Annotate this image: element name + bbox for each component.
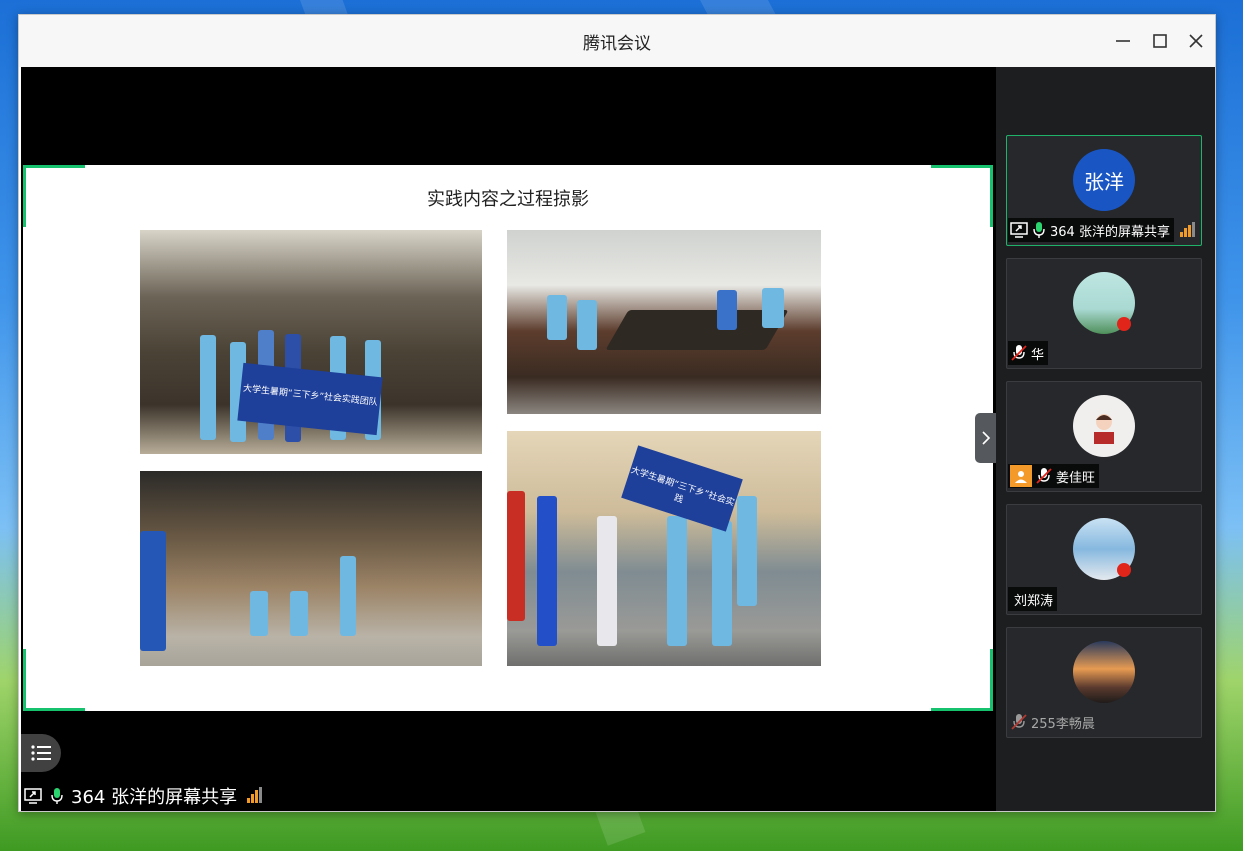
participant-name: 姜佳旺 <box>1056 470 1096 486</box>
minimize-icon <box>1116 40 1130 42</box>
microphone-muted-icon <box>1011 345 1027 361</box>
microphone-muted-icon <box>1011 714 1027 730</box>
collapse-sidebar-button[interactable] <box>975 413 996 463</box>
screen-share-icon <box>23 786 43 806</box>
microphone-icon <box>47 786 67 806</box>
microphone-icon <box>1033 222 1045 238</box>
participant-card[interactable]: 姜佳旺 <box>1006 381 1202 492</box>
presentation-slide: 实践内容之过程掠影 大学生暑期“三下乡”社会实践团队 大学生暑期“三下乡”社会实… <box>23 165 993 711</box>
avatar <box>1073 641 1135 703</box>
flag-icon <box>1117 563 1131 577</box>
signal-strength-icon <box>247 787 263 803</box>
participant-name: 华 <box>1031 347 1045 363</box>
member-list-button[interactable] <box>21 734 61 772</box>
participant-name: 364 张洋的屏幕共享 <box>1050 224 1170 240</box>
participant-label: 255李畅晨 <box>1008 710 1099 734</box>
screen-share-indicator: 364 张洋的屏幕共享 <box>23 783 263 809</box>
focus-corner <box>23 649 85 711</box>
maximize-button[interactable] <box>1148 29 1172 53</box>
meeting-window: 腾讯会议 实践内容之过程掠影 大学生暑期“三下乡”社会实践团队 大学生暑期“三下… <box>18 14 1216 812</box>
photo-team-group: 大学生暑期“三下乡”社会实践团队 <box>140 230 482 454</box>
shared-screen-view[interactable]: 实践内容之过程掠影 大学生暑期“三下乡”社会实践团队 大学生暑期“三下乡”社会实… <box>21 67 996 811</box>
participant-card[interactable]: 张洋 364 张洋的屏幕共享 <box>1006 135 1202 246</box>
close-icon <box>1189 34 1203 48</box>
host-icon <box>1010 465 1032 487</box>
participant-sidebar: 张洋 364 张洋的屏幕共享 华 姜佳旺 刘郑涛 255李畅晨 <box>996 67 1215 811</box>
maximize-icon <box>1153 34 1167 48</box>
photo-meeting-room <box>507 230 821 414</box>
screen-share-icon <box>1010 222 1028 238</box>
participant-card[interactable]: 刘郑涛 <box>1006 504 1202 615</box>
cartoon-avatar-icon <box>1094 414 1114 444</box>
close-button[interactable] <box>1184 29 1208 53</box>
title-bar[interactable]: 腾讯会议 <box>19 15 1215 67</box>
avatar: 张洋 <box>1073 149 1135 211</box>
participant-label: 华 <box>1008 341 1049 365</box>
participant-name: 刘郑涛 <box>1014 593 1054 609</box>
microphone-muted-icon <box>1036 468 1052 484</box>
photo-village-visit <box>140 471 482 666</box>
chevron-right-icon <box>981 431 990 445</box>
signal-strength-icon <box>1180 222 1195 237</box>
flag-icon <box>1117 317 1131 331</box>
participant-label: 364 张洋的屏幕共享 <box>1008 218 1174 242</box>
minimize-button[interactable] <box>1111 29 1135 53</box>
focus-corner <box>931 649 993 711</box>
participant-card[interactable]: 255李畅晨 <box>1006 627 1202 738</box>
list-icon <box>31 745 51 761</box>
participant-label: 刘郑涛 <box>1008 587 1058 611</box>
slide-title: 实践内容之过程掠影 <box>427 189 589 210</box>
participant-card[interactable]: 华 <box>1006 258 1202 369</box>
window-title: 腾讯会议 <box>583 33 651 54</box>
avatar <box>1073 395 1135 457</box>
photo-flag-group: 大学生暑期“三下乡”社会实践 <box>507 431 821 666</box>
share-label: 364 张洋的屏幕共享 <box>71 787 238 808</box>
participant-label: 姜佳旺 <box>1008 464 1100 488</box>
participant-name: 255李畅晨 <box>1031 716 1095 732</box>
